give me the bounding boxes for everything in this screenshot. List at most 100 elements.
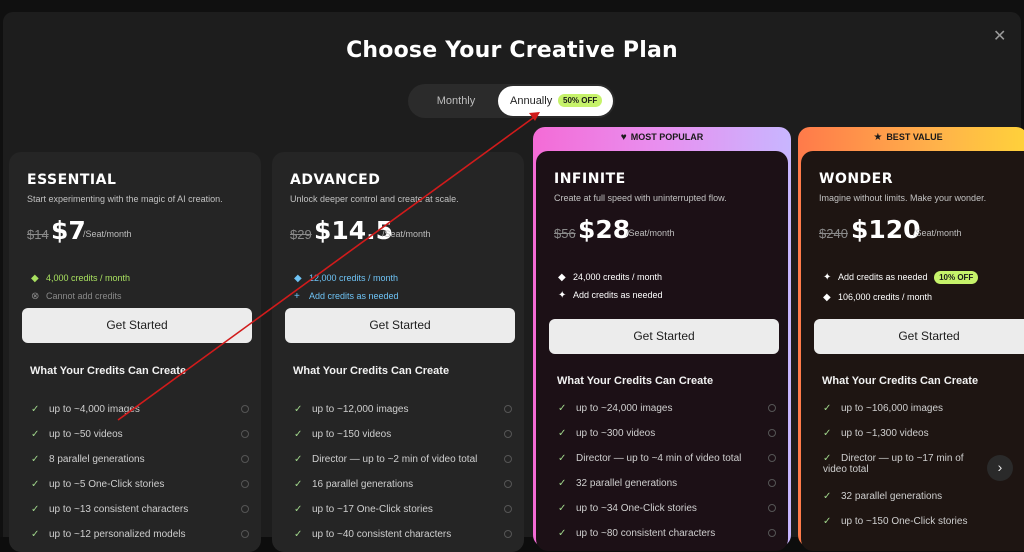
- price-period: /Seat/month: [83, 229, 132, 239]
- info-icon[interactable]: [504, 505, 512, 513]
- sparkle-icon: ✦: [823, 272, 832, 283]
- credits-feature-label: 4,000 credits / month: [46, 273, 131, 283]
- info-icon[interactable]: [768, 479, 776, 487]
- list-item-label: up to ~5 One-Click stories: [49, 479, 165, 490]
- list-item-label: up to ~4,000 images: [49, 404, 140, 415]
- plan-name: INFINITE: [554, 171, 626, 187]
- credits-feature: ◆ 24,000 credits / month: [558, 272, 662, 283]
- ribbon-label: MOST POPULAR: [630, 132, 704, 142]
- annually-option[interactable]: Annually 50% OFF: [498, 86, 613, 116]
- info-icon[interactable]: [504, 430, 512, 438]
- info-icon[interactable]: [241, 430, 249, 438]
- get-started-button[interactable]: Get Started: [285, 308, 515, 343]
- credits-feature-label: 106,000 credits / month: [838, 292, 933, 302]
- price: $120: [851, 215, 921, 244]
- list-item-label: up to ~106,000 images: [841, 403, 944, 414]
- check-icon: ✓: [823, 516, 832, 527]
- info-icon[interactable]: [768, 504, 776, 512]
- list-item: ✓ up to ~17 One-Click stories: [294, 504, 512, 515]
- check-icon: ✓: [823, 453, 832, 464]
- scroll-right-button[interactable]: ›: [987, 455, 1013, 481]
- info-icon[interactable]: [504, 455, 512, 463]
- check-icon: ✓: [294, 479, 303, 490]
- list-item: ✓ up to ~1,300 videos: [823, 428, 1024, 439]
- list-item: ✓ up to ~40 consistent characters: [294, 529, 512, 540]
- annually-label: Annually: [510, 95, 553, 107]
- section-heading: What Your Credits Can Create: [30, 365, 187, 377]
- list-item-label: 8 parallel generations: [49, 454, 145, 465]
- get-started-button[interactable]: Get Started: [22, 308, 252, 343]
- discount-badge: 50% OFF: [558, 94, 603, 107]
- diamond-icon: ◆: [31, 273, 39, 284]
- list-item-label: 16 parallel generations: [312, 479, 414, 490]
- list-item-label: up to ~300 videos: [576, 428, 656, 439]
- discount-badge: 10% OFF: [934, 271, 979, 284]
- info-icon[interactable]: [241, 405, 249, 413]
- sparkle-icon: ✦: [558, 290, 567, 301]
- info-icon[interactable]: [504, 480, 512, 488]
- price-period: /Seat/month: [382, 229, 431, 239]
- check-icon: ✓: [31, 504, 40, 515]
- diamond-icon: ◆: [823, 292, 831, 303]
- billing-toggle[interactable]: Monthly Annually 50% OFF: [408, 84, 615, 118]
- list-item-label: up to ~34 One-Click stories: [576, 503, 697, 514]
- list-item: ✓ 8 parallel generations: [31, 454, 249, 465]
- list-item-label: up to ~12,000 images: [312, 404, 409, 415]
- info-icon[interactable]: [768, 404, 776, 412]
- price: $7: [51, 216, 86, 245]
- old-price: $14: [27, 227, 49, 242]
- info-icon[interactable]: [241, 455, 249, 463]
- monthly-option[interactable]: Monthly: [420, 84, 492, 118]
- list-item: ✓ Director — up to ~17 min of video total: [823, 453, 973, 475]
- add-credits-feature: ✦ Add credits as needed 10% OFF: [823, 271, 979, 284]
- check-icon: ✓: [31, 529, 40, 540]
- add-credits-feature-label: Add credits as needed: [309, 291, 399, 301]
- diamond-icon: ◆: [558, 272, 566, 283]
- add-credits-feature-label: Cannot add credits: [46, 291, 122, 301]
- get-started-button[interactable]: Get Started: [814, 319, 1024, 354]
- list-item: ✓ up to ~5 One-Click stories: [31, 479, 249, 490]
- info-icon[interactable]: [241, 480, 249, 488]
- best-value-ribbon: ★ BEST VALUE: [788, 132, 1024, 143]
- plan-description: Create at full speed with uninterrupted …: [554, 193, 727, 203]
- plan-description: Unlock deeper control and create at scal…: [290, 194, 459, 204]
- plan-card-infinite: INFINITE Create at full speed with unint…: [536, 151, 788, 551]
- plan-name: ADVANCED: [290, 172, 381, 188]
- list-item-label: up to ~50 videos: [49, 429, 123, 440]
- list-item: ✓ 16 parallel generations: [294, 479, 512, 490]
- check-icon: ✓: [294, 529, 303, 540]
- plan-name: ESSENTIAL: [27, 172, 117, 188]
- info-icon[interactable]: [768, 529, 776, 537]
- block-icon: ⊗: [31, 291, 40, 302]
- check-icon: ✓: [294, 504, 303, 515]
- list-item-label: up to ~17 One-Click stories: [312, 504, 433, 515]
- list-item-label: up to ~13 consistent characters: [49, 504, 189, 515]
- info-icon[interactable]: [768, 454, 776, 462]
- check-icon: ✓: [558, 478, 567, 489]
- plan-card-wonder: WONDER Imagine without limits. Make your…: [801, 151, 1024, 551]
- check-icon: ✓: [823, 428, 832, 439]
- list-item: ✓ up to ~80 consistent characters: [558, 528, 776, 539]
- get-started-button[interactable]: Get Started: [549, 319, 779, 354]
- section-heading: What Your Credits Can Create: [822, 375, 979, 387]
- old-price: $56: [554, 226, 576, 241]
- info-icon[interactable]: [241, 505, 249, 513]
- check-icon: ✓: [823, 491, 832, 502]
- check-icon: ✓: [558, 428, 567, 439]
- credits-feature: ◆ 12,000 credits / month: [294, 273, 398, 284]
- list-item: ✓ up to ~12,000 images: [294, 404, 512, 415]
- heart-icon: ♥: [620, 132, 627, 143]
- info-icon[interactable]: [504, 405, 512, 413]
- check-icon: ✓: [558, 503, 567, 514]
- most-popular-ribbon: ♥ MOST POPULAR: [533, 132, 791, 143]
- plan-card-essential: ESSENTIAL Start experimenting with the m…: [9, 152, 261, 552]
- check-icon: ✓: [558, 403, 567, 414]
- info-icon[interactable]: [768, 429, 776, 437]
- chevron-right-icon: ›: [997, 459, 1003, 475]
- list-item-label: up to ~150 One-Click stories: [841, 516, 968, 527]
- plus-icon: +: [294, 291, 300, 302]
- list-item: ✓ up to ~13 consistent characters: [31, 504, 249, 515]
- credits-feature: ◆ 106,000 credits / month: [823, 292, 932, 303]
- section-heading: What Your Credits Can Create: [293, 365, 450, 377]
- add-credits-feature: ⊗ Cannot add credits: [31, 291, 122, 302]
